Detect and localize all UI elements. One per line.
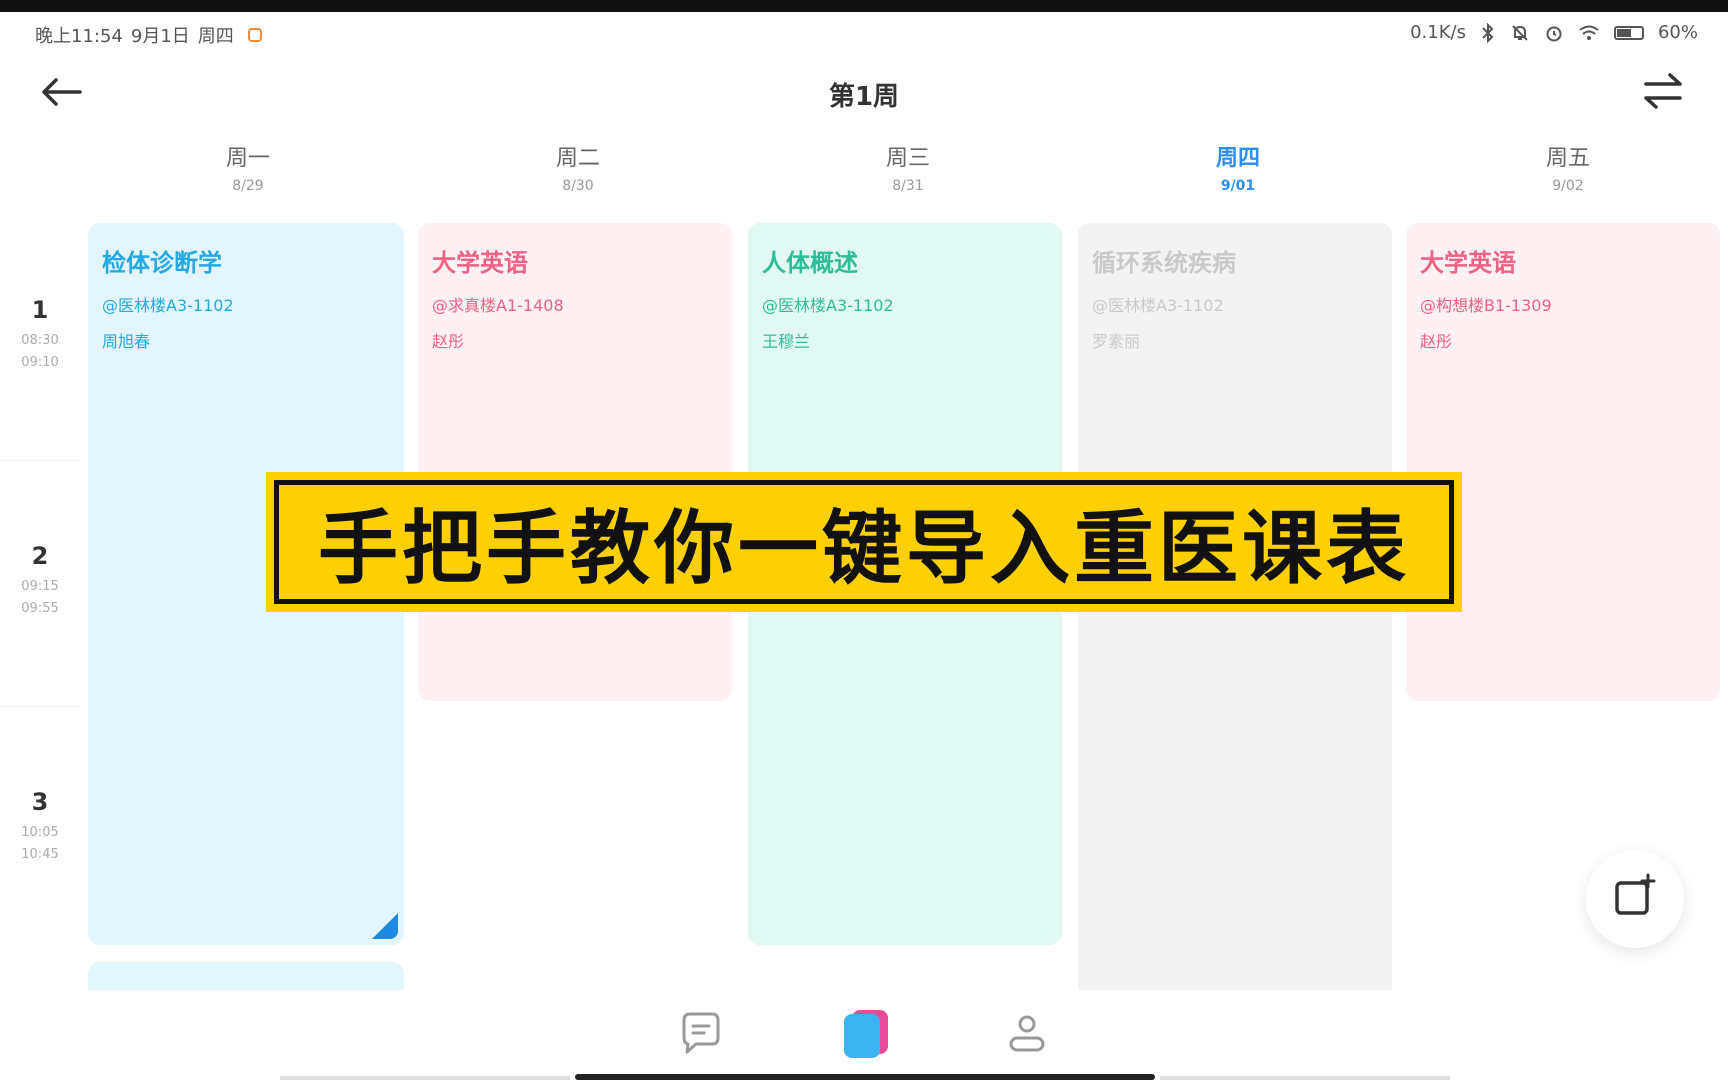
- course-card-tue-1[interactable]: 大学英语 @求真楼A1-1408 赵彤: [418, 223, 732, 701]
- course-card-thu-1[interactable]: 循环系统疾病 @医林楼A3-1102 罗素丽: [1078, 223, 1392, 1003]
- period-number: 2: [31, 542, 49, 570]
- period-1: 1 08:30 09:10: [0, 296, 80, 374]
- day-header-tue: 周二 8/30: [418, 140, 738, 194]
- battery-level: 60%: [1657, 22, 1698, 43]
- period-3: 3 10:05 10:45: [0, 788, 80, 866]
- course-room: @医林楼A3-1102: [102, 296, 234, 315]
- swap-arrows-icon: [1644, 73, 1682, 109]
- period-end: 09:55: [21, 601, 59, 616]
- bottom-nav: [0, 990, 1728, 1080]
- course-teacher: 王穆兰: [762, 332, 811, 351]
- period-2: 2 09:15 09:55: [0, 542, 80, 620]
- status-time: 晚上11:54: [35, 26, 123, 47]
- day-date: 8/30: [562, 178, 594, 194]
- bluetooth-icon: [1480, 22, 1496, 43]
- course-teacher: 罗素丽: [1092, 332, 1141, 351]
- status-date: 9月1日: [130, 26, 190, 47]
- day-date: 9/02: [1552, 178, 1584, 194]
- day-date: 8/31: [892, 178, 924, 194]
- title-banner: 手把手教你一键导入重医课表: [266, 472, 1462, 612]
- scrollbar-thumb[interactable]: [575, 1074, 1155, 1080]
- day-header-thu-today: 周四 9/01: [1078, 140, 1398, 194]
- status-right: 0.1K/s 60%: [1410, 22, 1698, 43]
- day-name: 周三: [885, 146, 930, 171]
- scrollbar-track-left: [280, 1076, 570, 1080]
- switch-week-button[interactable]: [1638, 68, 1688, 114]
- course-room: @医林楼A3-1102: [762, 296, 894, 315]
- period-divider: [0, 460, 80, 461]
- status-left: 晚上11:54 9月1日 周四: [35, 22, 262, 48]
- alarm-icon: [1544, 23, 1564, 43]
- day-name: 周四: [1215, 146, 1260, 171]
- week-title[interactable]: 第1周: [0, 76, 1728, 113]
- add-square-icon: [1615, 873, 1656, 915]
- wifi-icon: [1578, 24, 1600, 42]
- add-course-button[interactable]: [1586, 850, 1684, 948]
- course-title: 大学英语: [1420, 249, 1516, 277]
- day-name: 周二: [555, 146, 600, 171]
- nav-messages[interactable]: [676, 1008, 726, 1058]
- period-column: 1 08:30 09:10 2 09:15 09:55 3 10:05 10:4…: [0, 200, 84, 990]
- course-title: 大学英语: [432, 249, 528, 277]
- day-name: 周一: [225, 146, 270, 171]
- screen-record-icon: [247, 28, 262, 42]
- course-teacher: 周旭春: [102, 332, 151, 351]
- course-title: 检体诊断学: [102, 249, 222, 277]
- nav-profile[interactable]: [1002, 1008, 1052, 1058]
- period-number: 1: [31, 296, 49, 324]
- course-room: @求真楼A1-1408: [432, 296, 564, 315]
- period-number: 3: [31, 788, 49, 816]
- course-card-fri-1[interactable]: 大学英语 @构想楼B1-1309 赵彤: [1406, 223, 1720, 701]
- course-title: 循环系统疾病: [1092, 249, 1236, 277]
- title-banner-frame: 手把手教你一键导入重医课表: [274, 480, 1454, 604]
- mute-bell-icon: [1510, 23, 1530, 43]
- status-weekday: 周四: [197, 26, 234, 47]
- course-teacher: 赵彤: [1420, 332, 1453, 351]
- period-end: 09:10: [21, 355, 59, 370]
- chat-icon: [682, 1012, 720, 1054]
- status-bar: 晚上11:54 9月1日 周四 0.1K/s 60%: [0, 12, 1728, 54]
- day-date: 8/29: [232, 178, 264, 194]
- day-header-mon: 周一 8/29: [88, 140, 408, 194]
- course-room: @构想楼B1-1309: [1420, 296, 1552, 315]
- day-header-wed: 周三 8/31: [748, 140, 1068, 194]
- day-header-fri: 周五 9/02: [1408, 140, 1728, 194]
- net-speed: 0.1K/s: [1410, 22, 1466, 43]
- header: 第1周: [0, 54, 1728, 134]
- battery-icon: [1613, 25, 1644, 40]
- period-start: 09:15: [21, 579, 59, 594]
- day-header-row: 周一 8/29 周二 8/30 周三 8/31 周四 9/01 周五 9/02: [88, 140, 1728, 200]
- period-start: 10:05: [21, 825, 59, 840]
- period-start: 08:30: [21, 333, 59, 348]
- course-room: @医林楼A3-1102: [1092, 296, 1224, 315]
- course-title: 人体概述: [762, 249, 858, 277]
- day-name: 周五: [1545, 146, 1590, 171]
- schedule-cards-icon: [844, 1010, 888, 1058]
- scrollbar-track-right: [1160, 1076, 1450, 1080]
- user-icon: [1009, 1015, 1045, 1052]
- top-black-bar: [0, 0, 1728, 12]
- banner-text: 手把手教你一键导入重医课表: [318, 502, 1410, 595]
- nav-schedule[interactable]: [838, 1004, 898, 1060]
- corner-flag-icon: [372, 913, 398, 939]
- period-end: 10:45: [21, 847, 59, 862]
- course-teacher: 赵彤: [432, 332, 465, 351]
- day-date: 9/01: [1220, 178, 1256, 194]
- period-divider: [0, 706, 80, 707]
